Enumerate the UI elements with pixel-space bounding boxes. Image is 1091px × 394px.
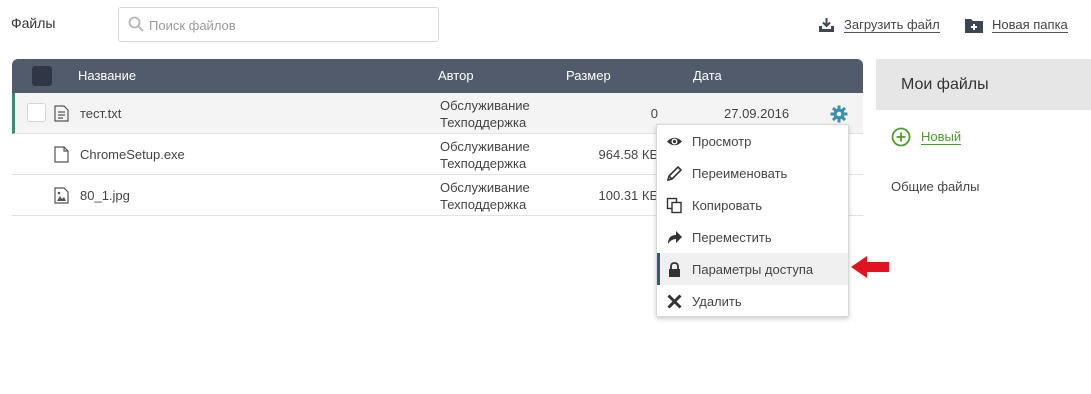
column-date-header[interactable]: Дата xyxy=(693,68,722,83)
author-line-2: Техподдержка xyxy=(440,156,527,171)
pencil-icon xyxy=(666,165,683,181)
red-arrow-icon xyxy=(851,256,889,278)
my-files-title: Мои файлы xyxy=(901,76,989,93)
new-folder-button[interactable]: Новая папка xyxy=(965,17,1068,33)
author-line-1: Обслуживание xyxy=(440,180,530,195)
search-box[interactable] xyxy=(118,7,439,42)
select-all-checkbox[interactable] xyxy=(32,66,52,86)
move-arrow-icon xyxy=(668,230,682,244)
new-folder-icon xyxy=(965,18,983,33)
upload-file-button[interactable]: Загрузить файл xyxy=(818,17,940,33)
menu-item-view[interactable]: Просмотр xyxy=(657,125,848,157)
delete-x-icon xyxy=(667,293,682,309)
file-icon xyxy=(54,146,69,163)
file-date: 27.09.2016 xyxy=(724,106,790,121)
file-size: 964.58 КБ xyxy=(598,147,658,162)
file-author: Обслуживание Техподдержка xyxy=(440,138,530,172)
file-author: Обслуживание Техподдержка xyxy=(440,179,530,213)
table-header: Название Автор Размер Дата xyxy=(12,59,863,93)
file-size: 0 xyxy=(650,106,658,121)
menu-item-label: Переместить xyxy=(692,229,772,245)
menu-item-label: Удалить xyxy=(692,293,742,309)
column-author-header[interactable]: Автор xyxy=(438,68,474,83)
author-line-2: Техподдержка xyxy=(440,115,527,130)
search-input[interactable] xyxy=(149,15,429,35)
menu-item-rename[interactable]: Переименовать xyxy=(657,157,848,189)
upload-icon xyxy=(819,18,834,32)
page-title: Файлы xyxy=(11,15,56,31)
text-file-icon xyxy=(54,105,69,122)
file-author: Обслуживание Техподдержка xyxy=(440,97,530,131)
context-menu: Просмотр Переименовать Копировать Переме… xyxy=(656,124,849,317)
my-files-header[interactable]: Мои файлы xyxy=(876,59,1091,110)
file-size: 100.31 КБ xyxy=(598,188,658,203)
author-line-1: Обслуживание xyxy=(440,139,530,154)
column-name-header[interactable]: Название xyxy=(78,68,136,83)
new-button-label: Новый xyxy=(921,129,962,145)
menu-item-delete[interactable]: Удалить xyxy=(657,285,848,317)
shared-files-link[interactable]: Общие файлы xyxy=(891,179,979,194)
upload-file-label: Загрузить файл xyxy=(844,17,940,33)
search-icon xyxy=(128,16,144,32)
menu-item-label: Параметры доступа xyxy=(692,261,814,277)
eye-icon xyxy=(667,137,682,145)
menu-item-label: Просмотр xyxy=(692,133,752,149)
lock-icon xyxy=(669,261,680,277)
image-file-icon xyxy=(54,187,69,204)
gear-icon[interactable] xyxy=(830,105,848,123)
new-button[interactable]: Новый xyxy=(891,127,962,147)
menu-item-access-settings[interactable]: Параметры доступа xyxy=(657,253,848,285)
menu-item-label: Копировать xyxy=(692,197,762,213)
file-name[interactable]: 80_1.jpg xyxy=(80,188,130,203)
column-size-header[interactable]: Размер xyxy=(566,68,611,83)
file-name[interactable]: тест.txt xyxy=(80,106,121,121)
menu-item-move[interactable]: Переместить xyxy=(657,221,848,253)
row-checkbox[interactable] xyxy=(27,103,46,122)
menu-item-label: Переименовать xyxy=(692,165,788,181)
author-line-2: Техподдержка xyxy=(440,197,527,212)
plus-circle-icon xyxy=(891,127,911,147)
copy-icon xyxy=(666,197,682,213)
menu-item-copy[interactable]: Копировать xyxy=(657,189,848,221)
new-folder-label: Новая папка xyxy=(992,17,1068,33)
file-name[interactable]: ChromeSetup.exe xyxy=(80,147,185,162)
author-line-1: Обслуживание xyxy=(440,98,530,113)
